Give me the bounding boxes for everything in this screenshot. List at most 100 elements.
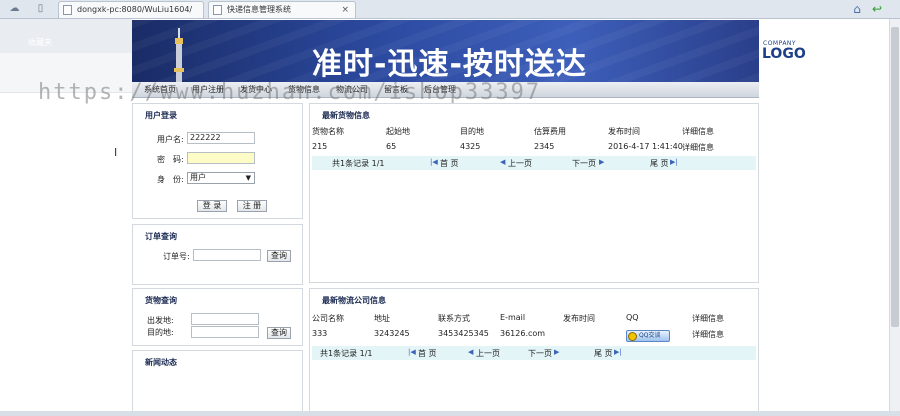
tower-icon — [174, 28, 184, 82]
column-header: 公司名称 — [312, 314, 344, 323]
site-banner: 准时-迅速-按时送达 — [132, 20, 759, 82]
next-page-icon: ▶ — [554, 348, 560, 356]
table-cell: 2016-4-17 1:41:40 — [608, 142, 683, 151]
close-icon[interactable]: × — [341, 2, 349, 18]
pager-total: 共1条记录 1/1 — [320, 349, 373, 358]
cloud-icon[interactable]: ☁ — [8, 3, 21, 15]
qq-label: QQ交谈 — [639, 332, 661, 339]
browser-sidebar: 收藏夹 — [0, 19, 132, 411]
column-header: 联系方式 — [438, 314, 470, 323]
role-label: 身 份: — [157, 175, 184, 184]
last-page-icon: ▶| — [614, 348, 622, 356]
pager-total: 共1条记录 1/1 — [332, 159, 385, 168]
companies-pager: 共1条记录 1/1 |◀ 首 页 ◀ 上一页 下一页 ▶ 尾 页 ▶| — [312, 346, 756, 360]
column-header: 估算费用 — [534, 127, 566, 136]
latest-companies-title: 最新物流公司信息 — [322, 296, 386, 305]
column-header: 目的地 — [460, 127, 484, 136]
order-query-button[interactable]: 查询 — [267, 250, 291, 262]
register-button[interactable]: 注 册 — [237, 200, 267, 212]
status-bar — [0, 411, 900, 416]
news-title: 新闻动态 — [145, 358, 177, 367]
chevron-down-icon: ▼ — [245, 174, 251, 182]
order-query-panel: 订单查询 订单号: 查询 — [132, 224, 303, 285]
username-value: 222222 — [190, 133, 221, 142]
details-link[interactable]: 详细信息 — [692, 329, 724, 340]
column-header: 发布时间 — [608, 127, 640, 136]
table-cell: 333 — [312, 329, 328, 338]
column-header: QQ — [626, 313, 639, 322]
prev-page-icon: ◀ — [500, 158, 506, 166]
column-header: E-mail — [500, 313, 526, 322]
pager-last-link[interactable]: 尾 页 — [594, 348, 613, 359]
table-cell: 3453425345 — [438, 329, 489, 338]
sidebar-label: 收藏夹 — [28, 38, 52, 47]
pager-prev-link[interactable]: 上一页 — [508, 158, 532, 169]
text-cursor-icon: I — [114, 146, 118, 159]
pager-next-link[interactable]: 下一页 — [572, 158, 596, 169]
pager-prev-link[interactable]: 上一页 — [476, 348, 500, 359]
from-label: 出发地: — [147, 316, 174, 325]
password-input[interactable] — [187, 152, 255, 164]
logo-text: LOGO — [762, 46, 806, 62]
company-logo: COMPANY LOGO — [759, 20, 806, 82]
username-label: 用户名: — [157, 135, 184, 144]
browser-tab-bar: ☁ ▯ dongxk-pc:8080/WuLiu1604/ 快递信息管理系统 ×… — [0, 0, 900, 19]
pager-last-link[interactable]: 尾 页 — [650, 158, 669, 169]
pager-first-link[interactable]: 首 页 — [440, 158, 459, 169]
page-favicon-icon — [213, 5, 222, 15]
first-page-icon: |◀ — [408, 348, 416, 356]
column-header: 发布时间 — [563, 314, 595, 323]
pager-next-link[interactable]: 下一页 — [528, 348, 552, 359]
table-cell: 215 — [312, 142, 328, 151]
login-panel: 用户登录 用户名: 222222 密 码: 身 份: 用户 ▼ 登 录 注 册 — [132, 103, 303, 219]
next-page-icon: ▶ — [599, 158, 605, 166]
table-cell: 65 — [386, 142, 397, 151]
last-page-icon: ▶| — [670, 158, 678, 166]
pager-first-link[interactable]: 首 页 — [418, 348, 437, 359]
goods-query-title: 货物查询 — [145, 296, 177, 305]
banner-slogan: 准时-迅速-按时送达 — [312, 47, 587, 82]
goods-pager: 共1条记录 1/1 |◀ 首 页 ◀ 上一页 下一页 ▶ 尾 页 ▶| — [312, 156, 756, 170]
login-button[interactable]: 登 录 — [197, 200, 227, 212]
first-page-icon: |◀ — [430, 158, 438, 166]
qq-chat-button[interactable]: QQ交谈 — [626, 330, 670, 342]
latest-goods-panel: 最新货物信息 货物名称 起始地 目的地 估算费用 发布时间 详细信息 215 6… — [309, 103, 759, 283]
to-input[interactable] — [191, 326, 259, 338]
login-title: 用户登录 — [145, 111, 177, 120]
browser-tab-2[interactable]: 快递信息管理系统 × — [208, 1, 356, 18]
column-header: 地址 — [374, 314, 390, 323]
scrollbar-thumb[interactable] — [891, 27, 899, 327]
sidebar-header: 收藏夹 — [0, 19, 132, 53]
to-label: 目的地: — [147, 328, 174, 337]
table-cell: 36126.com — [500, 329, 546, 338]
page-favicon-icon — [63, 5, 72, 15]
username-input[interactable]: 222222 — [187, 132, 255, 144]
watermark-text: https://www.huzhan.com/ishop33397 — [38, 80, 542, 105]
latest-goods-title: 最新货物信息 — [322, 111, 370, 120]
goods-query-button[interactable]: 查询 — [267, 327, 291, 339]
column-header: 详细信息 — [692, 314, 724, 323]
prev-page-icon: ◀ — [468, 348, 474, 356]
tab-title: 快递信息管理系统 — [227, 5, 291, 14]
details-link[interactable]: 详细信息 — [682, 142, 714, 153]
news-panel: 新闻动态 — [132, 350, 303, 412]
order-number-input[interactable] — [193, 249, 261, 261]
home-icon[interactable]: ⌂ — [850, 2, 864, 16]
table-cell: 4325 — [460, 142, 481, 151]
password-label: 密 码: — [157, 155, 184, 164]
column-header: 货物名称 — [312, 127, 344, 136]
browser-tab-1[interactable]: dongxk-pc:8080/WuLiu1604/ — [58, 1, 204, 18]
role-select[interactable]: 用户 ▼ — [187, 172, 255, 184]
from-input[interactable] — [191, 313, 259, 325]
vertical-scrollbar[interactable] — [889, 19, 900, 411]
order-number-label: 订单号: — [163, 252, 190, 261]
column-header: 详细信息 — [682, 127, 714, 136]
role-value: 用户 — [190, 173, 206, 182]
page-icon[interactable]: ▯ — [34, 3, 47, 15]
table-cell: 3243245 — [374, 329, 410, 338]
order-query-title: 订单查询 — [145, 232, 177, 241]
column-header: 起始地 — [386, 127, 410, 136]
qq-penguin-icon — [628, 332, 637, 341]
back-arrow-icon[interactable]: ↩ — [870, 2, 884, 16]
tab-title: dongxk-pc:8080/WuLiu1604/ — [77, 5, 193, 14]
